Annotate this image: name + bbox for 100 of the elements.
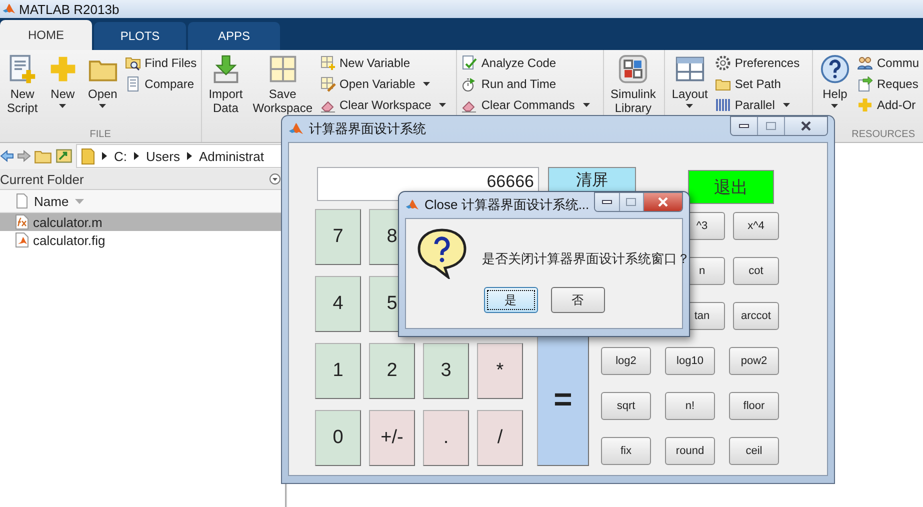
- key-button[interactable]: /: [477, 410, 523, 466]
- ribbon-button[interactable]: Open Variable: [320, 75, 446, 92]
- forward-arrow-icon: [17, 150, 31, 162]
- script-file-icon: [15, 214, 29, 230]
- ribbon-button[interactable]: Layout: [668, 54, 711, 108]
- minimize-icon: [739, 124, 749, 128]
- ribbon-button[interactable]: Find Files: [124, 54, 197, 71]
- key-button[interactable]: 3: [423, 343, 469, 399]
- separator-arrow-icon: [186, 152, 192, 160]
- ribbon-tab[interactable]: APPS: [188, 22, 280, 50]
- function-button[interactable]: round: [665, 437, 715, 465]
- ribbon-button[interactable]: Import Data: [206, 54, 246, 115]
- document-plus-icon: [7, 54, 38, 84]
- panel-title: Current Folder: [0, 172, 84, 186]
- key-button[interactable]: 1: [315, 343, 361, 399]
- key-button[interactable]: *: [477, 343, 523, 399]
- ribbon-button[interactable]: Set Path: [714, 75, 800, 92]
- close-icon: [800, 121, 812, 131]
- caret-icon: [686, 104, 694, 108]
- exit-button[interactable]: 退出: [688, 170, 774, 204]
- grid-pencil-icon: [320, 76, 336, 92]
- ribbon-button[interactable]: Add-Or: [856, 96, 919, 113]
- key-button[interactable]: 0: [315, 410, 361, 466]
- function-button[interactable]: pow2: [729, 347, 779, 375]
- document-icon: [16, 193, 28, 209]
- caret-icon: [582, 102, 590, 106]
- section-label: RESOURCES: [852, 128, 915, 140]
- minimize-icon: [602, 200, 612, 204]
- ribbon-tab[interactable]: PLOTS: [94, 22, 186, 50]
- ribbon-button[interactable]: New: [44, 54, 81, 108]
- ribbon-button[interactable]: Simulink Library: [608, 54, 659, 115]
- folder-icon: [81, 147, 95, 165]
- ribbon-button[interactable]: Compare: [124, 75, 197, 92]
- figure-file-icon: [15, 232, 29, 248]
- document-arrow-icon: [856, 76, 873, 92]
- grid-plus-icon: [320, 54, 336, 70]
- ribbon-button[interactable]: Commu: [856, 54, 919, 71]
- ribbon-button[interactable]: Reques: [856, 75, 919, 92]
- document-icon: [124, 76, 141, 92]
- window-title: MATLAB R2013b: [19, 2, 120, 16]
- maximize-icon: [766, 122, 776, 130]
- minimize-button[interactable]: [595, 193, 620, 211]
- minimize-button[interactable]: [731, 117, 758, 135]
- blocks-icon: [618, 54, 648, 84]
- dropdown-circle-icon: [269, 173, 281, 185]
- dialog-button[interactable]: 否: [550, 287, 604, 313]
- plus-icon: [856, 96, 873, 112]
- caret-icon: [831, 104, 838, 108]
- bars-icon: [714, 96, 731, 112]
- window-title: 计算器界面设计系统: [309, 120, 426, 138]
- ribbon-button[interactable]: Help: [816, 54, 853, 108]
- dialog-button[interactable]: 是: [484, 287, 538, 313]
- function-button[interactable]: fix: [601, 437, 651, 465]
- help-icon: [820, 54, 850, 84]
- caret-icon: [59, 104, 66, 108]
- ribbon-button[interactable]: New Script: [4, 54, 41, 115]
- sort-arrow-icon: [74, 198, 84, 204]
- key-button[interactable]: 7: [315, 209, 361, 265]
- ribbon-button[interactable]: New Variable: [320, 54, 446, 71]
- ribbon-button[interactable]: Clear Commands: [461, 96, 590, 113]
- key-button[interactable]: 2: [369, 343, 415, 399]
- stopwatch-icon: [461, 76, 478, 92]
- back-arrow-icon: [0, 150, 14, 162]
- section-label: FILE: [90, 128, 111, 140]
- caret-icon: [439, 102, 446, 106]
- function-button[interactable]: sqrt: [601, 392, 651, 420]
- key-button[interactable]: 4: [315, 276, 361, 332]
- separator-arrow-icon: [134, 152, 139, 160]
- function-button[interactable]: cot: [733, 257, 779, 285]
- function-button[interactable]: arccot: [733, 302, 779, 330]
- people-icon: [856, 54, 873, 70]
- maximize-icon: [626, 198, 636, 206]
- ribbon-button[interactable]: Analyze Code: [461, 54, 590, 71]
- close-icon: [657, 197, 670, 207]
- close-button[interactable]: [785, 117, 827, 135]
- question-bubble-icon: [416, 227, 468, 279]
- separator-arrow-icon: [102, 152, 107, 160]
- ribbon-button[interactable]: Preferences: [714, 54, 800, 71]
- function-button[interactable]: log2: [601, 347, 651, 375]
- logo-icon: [2, 2, 16, 16]
- function-button[interactable]: floor: [729, 392, 779, 420]
- ribbon-button[interactable]: Clear Workspace: [320, 96, 446, 113]
- caret-icon: [423, 82, 430, 86]
- key-button[interactable]: .: [423, 410, 469, 466]
- function-button[interactable]: x^4: [733, 212, 779, 240]
- function-button[interactable]: n!: [665, 392, 715, 420]
- ribbon-button[interactable]: Open: [84, 54, 121, 108]
- caret-icon: [782, 102, 790, 106]
- key-button[interactable]: +/-: [369, 410, 415, 466]
- close-button[interactable]: [644, 193, 682, 211]
- ribbon-tab[interactable]: HOME: [0, 20, 92, 50]
- logo-icon: [288, 121, 304, 137]
- file-row[interactable]: calculator.fig: [0, 231, 285, 249]
- checked-document-icon: [461, 54, 478, 70]
- ribbon-button[interactable]: Parallel: [714, 96, 800, 113]
- caret-icon: [99, 104, 106, 108]
- function-button[interactable]: ceil: [729, 437, 779, 465]
- ribbon-button[interactable]: Save Workspace: [250, 54, 316, 115]
- ribbon-button[interactable]: Run and Time: [461, 75, 590, 92]
- function-button[interactable]: log10: [665, 347, 715, 375]
